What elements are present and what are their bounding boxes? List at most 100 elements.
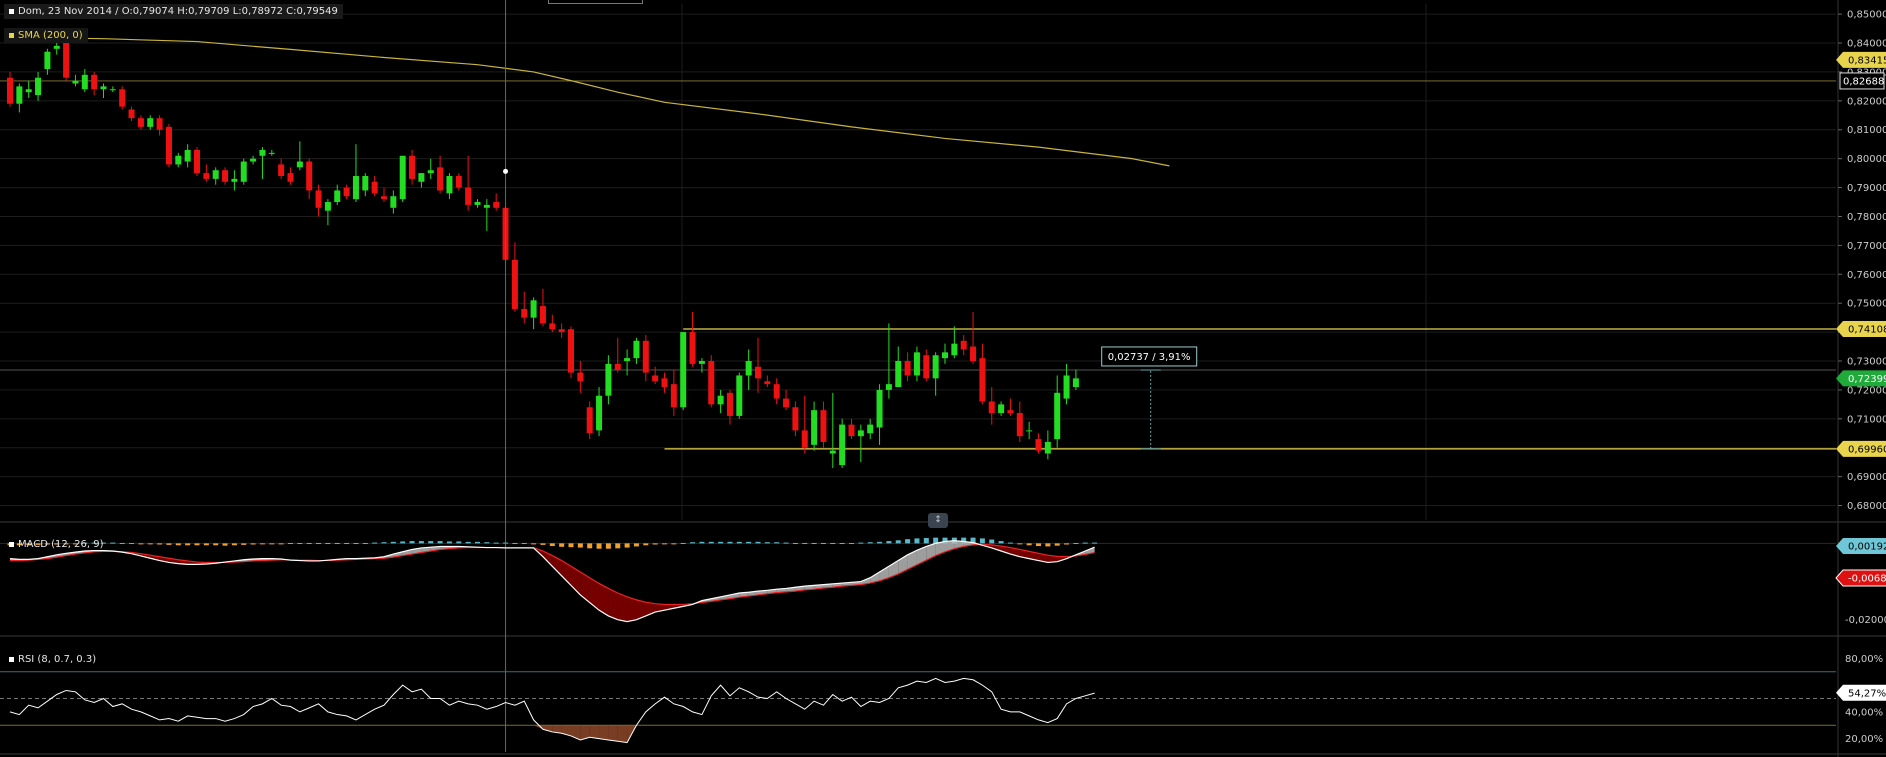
macd-histogram-bar — [372, 542, 378, 544]
macd-signal-tag-text: -0,00689 — [1848, 574, 1886, 585]
macd-histogram-bar — [390, 541, 396, 544]
macd-histogram-bar — [437, 541, 443, 544]
macd-histogram-bar — [549, 543, 555, 547]
price-tick-label: 0,72000 — [1847, 385, 1886, 396]
panel-resize-handle[interactable]: ↕ — [928, 513, 948, 528]
rsi-oversold-fill — [608, 725, 618, 742]
macd-histogram-bar — [587, 543, 593, 549]
bullish-candle — [427, 170, 434, 174]
price-tick-label: 0,77000 — [1847, 241, 1886, 252]
macd-histogram-bar — [493, 542, 499, 544]
bullish-candle — [324, 202, 331, 211]
bullish-candle — [736, 375, 743, 416]
macd-histogram-bar — [185, 543, 191, 546]
macd-histogram-bar — [278, 543, 284, 545]
bearish-candle — [726, 392, 733, 416]
macd-histogram-bar — [456, 541, 462, 544]
bearish-candle — [343, 187, 350, 197]
macd-histogram-bar — [877, 541, 883, 544]
macd-histogram-bar — [381, 542, 387, 544]
bearish-candle — [792, 407, 799, 431]
bullish-candle — [932, 355, 939, 379]
price-tick-label: 0,84000 — [1847, 39, 1886, 50]
bearish-candle — [371, 181, 378, 194]
macd-histogram-bar — [792, 542, 798, 544]
bearish-candle — [670, 384, 677, 408]
macd-histogram-bar — [998, 541, 1004, 544]
macd-legend[interactable]: MACD (12, 26, 9) — [4, 537, 108, 552]
bullish-candle — [231, 178, 238, 182]
bearish-candle — [137, 118, 144, 127]
macd-histogram-bar — [615, 543, 621, 549]
bullish-candle — [81, 74, 88, 90]
macd-histogram-bar — [409, 541, 415, 544]
bullish-candle — [895, 361, 902, 388]
bullish-candle — [483, 204, 490, 208]
bullish-candle — [399, 155, 406, 200]
price-tick-label: 0,79000 — [1847, 183, 1886, 194]
bullish-candle — [942, 352, 948, 359]
bearish-candle — [558, 329, 565, 333]
bullish-candle — [998, 404, 1005, 414]
bearish-candle — [119, 89, 126, 107]
macd-histogram-bar — [568, 543, 574, 548]
macd-histogram-bar — [1007, 542, 1013, 544]
macd-histogram-bar — [119, 542, 125, 544]
level-price-tag: 0,74108 — [1836, 320, 1886, 337]
price-tick-label: 0,69000 — [1847, 472, 1886, 483]
macd-histogram-bar — [989, 539, 995, 544]
macd-histogram-bar — [222, 543, 228, 546]
rsi-legend[interactable]: RSI (8, 0.7, 0.3) — [4, 652, 101, 667]
bullish-candle — [1026, 430, 1033, 432]
macd-histogram-bar — [774, 542, 780, 544]
macd-histogram-bar — [259, 543, 265, 545]
macd-histogram-bar — [316, 542, 322, 544]
macd-histogram-bar — [905, 539, 911, 544]
ohlc-text: Dom, 23 Nov 2014 / O:0,79074 H:0,79709 L… — [18, 6, 338, 17]
bearish-candle — [315, 190, 322, 208]
macd-histogram-bar — [820, 542, 826, 544]
macd-histogram-bar — [830, 542, 836, 544]
bullish-candle — [100, 86, 107, 90]
macd-histogram-bar — [484, 542, 490, 544]
bearish-candle — [437, 167, 444, 191]
chart-background — [0, 0, 1886, 757]
macd-histogram-tag: 0,00192 — [1836, 538, 1886, 554]
bearish-candle — [287, 173, 294, 182]
current-price-tag: 0,72399 — [1836, 370, 1886, 387]
bearish-candle — [577, 372, 584, 382]
price-tick-label: 0,76000 — [1847, 270, 1886, 281]
macd-histogram-bar — [1036, 543, 1041, 547]
bearish-candle — [455, 176, 462, 188]
bearish-candle — [755, 366, 761, 379]
macd-histogram-bar — [811, 542, 817, 544]
top-tab-marker[interactable] — [548, 0, 643, 4]
rsi-value-tag: 54,27% — [1836, 684, 1886, 701]
bullish-candle — [418, 173, 425, 182]
macd-histogram-bar — [110, 542, 116, 544]
bearish-candle — [661, 378, 668, 388]
forex-chart[interactable]: 0,850000,840000,830000,820000,810000,800… — [0, 0, 1886, 757]
macd-histogram-bar — [577, 543, 583, 548]
macd-histogram-bar — [802, 542, 808, 544]
macd-histogram-bar — [306, 542, 312, 544]
bearish-candle — [156, 118, 163, 130]
bearish-candle — [91, 74, 98, 90]
macd-histogram-bar — [1017, 543, 1023, 545]
bearish-candle — [203, 173, 210, 179]
macd-histogram-bar — [512, 542, 518, 544]
bearish-candle — [194, 149, 200, 174]
bullish-candle — [44, 51, 51, 70]
bullish-candle — [296, 161, 303, 168]
legend-square-icon — [9, 656, 14, 662]
bearish-candle — [1035, 439, 1042, 451]
bullish-candle — [35, 77, 42, 96]
sma-legend[interactable]: SMA (200, 0) — [4, 28, 88, 43]
bearish-candle — [1007, 410, 1014, 414]
macd-histogram-bar — [559, 543, 565, 547]
macd-histogram-bar — [643, 543, 649, 546]
macd-histogram-bar — [531, 543, 537, 545]
bearish-candle — [689, 332, 696, 364]
bullish-candle — [624, 358, 631, 362]
bullish-candle — [717, 395, 724, 405]
